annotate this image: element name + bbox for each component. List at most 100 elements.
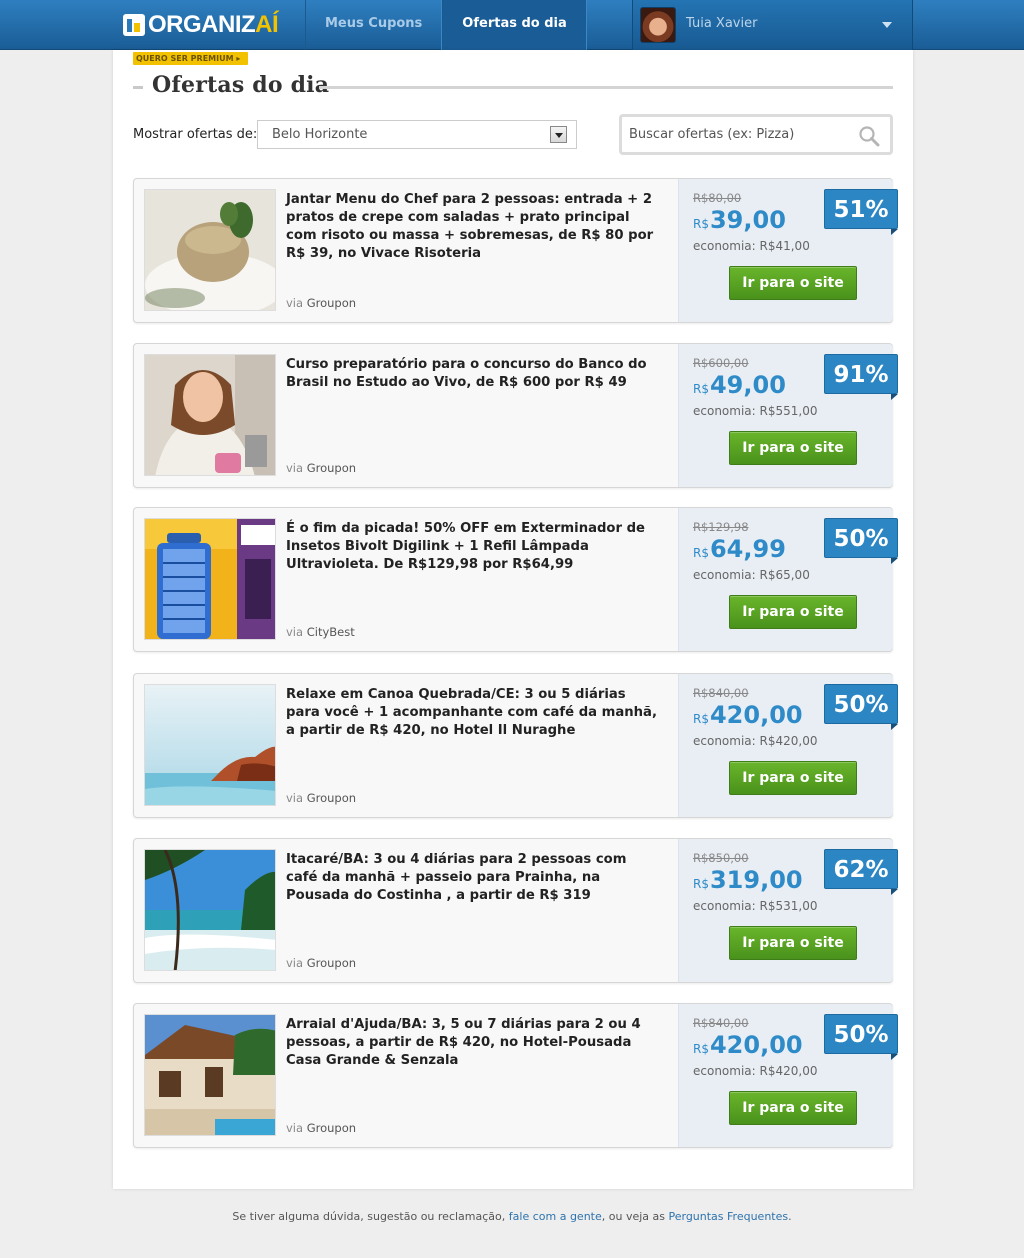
discount-badge: 50% bbox=[824, 518, 898, 564]
new-price: R$49,00 bbox=[693, 370, 786, 404]
offer-image[interactable] bbox=[144, 684, 276, 806]
currency: R$ bbox=[693, 217, 709, 231]
offer-title[interactable]: Arraial d'Ajuda/BA: 3, 5 ou 7 diárias pa… bbox=[286, 1016, 658, 1070]
go-to-site-button[interactable]: Ir para o site bbox=[729, 595, 857, 629]
go-to-site-button[interactable]: Ir para o site bbox=[729, 1091, 857, 1125]
economy: economia: R$420,00 bbox=[693, 1064, 818, 1078]
offer-card: Jantar Menu do Chef para 2 pessoas: entr… bbox=[133, 178, 898, 323]
search-icon[interactable] bbox=[858, 125, 880, 147]
go-to-site-button[interactable]: Ir para o site bbox=[729, 266, 857, 300]
logo-text: ORGANIZAÍ bbox=[148, 11, 279, 39]
search-box bbox=[619, 114, 893, 155]
new-price: R$420,00 bbox=[693, 700, 803, 734]
offer-source: Groupon bbox=[306, 956, 357, 970]
search-input[interactable] bbox=[629, 124, 849, 144]
offer-title[interactable]: É o fim da picada! 50% OFF em Exterminad… bbox=[286, 520, 658, 574]
price-value: 39,00 bbox=[709, 206, 786, 234]
filter-label: Mostrar ofertas de: bbox=[133, 127, 258, 142]
price-value: 420,00 bbox=[709, 701, 803, 729]
currency: R$ bbox=[693, 712, 709, 726]
premium-button[interactable]: QUERO SER PREMIUM ▸ bbox=[133, 52, 249, 65]
logo[interactable]: ORGANIZAÍ bbox=[123, 11, 279, 39]
contact-link[interactable]: fale com a gente bbox=[509, 1210, 602, 1223]
page-title: Ofertas do dia bbox=[152, 72, 330, 98]
chevron-down-icon[interactable] bbox=[882, 22, 892, 28]
economy: economia: R$531,00 bbox=[693, 899, 818, 913]
offer-via-label: via bbox=[286, 791, 304, 805]
discount-badge: 62% bbox=[824, 849, 898, 895]
offer-source: Groupon bbox=[306, 1121, 357, 1135]
title-dash bbox=[133, 86, 143, 89]
city-select[interactable]: Belo Horizonte bbox=[257, 120, 577, 149]
old-price: R$600,00 bbox=[693, 356, 749, 370]
old-price: R$80,00 bbox=[693, 191, 742, 205]
offer-via: via Groupon bbox=[286, 1121, 356, 1135]
economy: economia: R$65,00 bbox=[693, 568, 810, 582]
discount-badge: 91% bbox=[824, 354, 898, 400]
old-price: R$840,00 bbox=[693, 1016, 749, 1030]
faq-link[interactable]: Perguntas Frequentes bbox=[668, 1210, 788, 1223]
currency: R$ bbox=[693, 877, 709, 891]
offer-via-label: via bbox=[286, 296, 304, 310]
nav-ofertas-do-dia[interactable]: Ofertas do dia bbox=[442, 0, 587, 50]
go-to-site-button[interactable]: Ir para o site bbox=[729, 926, 857, 960]
offer-source: Groupon bbox=[306, 296, 357, 310]
offer-image[interactable] bbox=[144, 1014, 276, 1136]
discount-badge: 51% bbox=[824, 189, 898, 235]
user-name: Tuia Xavier bbox=[686, 16, 758, 31]
offer-image[interactable] bbox=[144, 354, 276, 476]
content-panel: QUERO SER PREMIUM ▸ Ofertas do dia Mostr… bbox=[113, 50, 913, 1189]
avatar bbox=[640, 7, 676, 43]
old-price: R$850,00 bbox=[693, 851, 749, 865]
offer-card: É o fim da picada! 50% OFF em Exterminad… bbox=[133, 507, 898, 652]
offer-via-label: via bbox=[286, 1121, 304, 1135]
economy: economia: R$420,00 bbox=[693, 734, 818, 748]
footer-text: , ou veja as bbox=[601, 1210, 665, 1223]
old-price: R$840,00 bbox=[693, 686, 749, 700]
currency: R$ bbox=[693, 1042, 709, 1056]
discount-badge: 50% bbox=[824, 684, 898, 730]
offer-via: via Groupon bbox=[286, 791, 356, 805]
offer-title[interactable]: Jantar Menu do Chef para 2 pessoas: entr… bbox=[286, 191, 658, 263]
logo-icon bbox=[123, 14, 145, 36]
offer-card: Relaxe em Canoa Quebrada/CE: 3 ou 5 diár… bbox=[133, 673, 898, 818]
price-value: 319,00 bbox=[709, 866, 803, 894]
offer-via: via CityBest bbox=[286, 625, 355, 639]
offer-via-label: via bbox=[286, 461, 304, 475]
nav-meus-cupons[interactable]: Meus Cupons bbox=[305, 0, 443, 50]
discount-badge: 50% bbox=[824, 1014, 898, 1060]
footer-text: Se tiver alguma dúvida, sugestão ou recl… bbox=[232, 1210, 506, 1223]
offer-title[interactable]: Itacaré/BA: 3 ou 4 diárias para 2 pessoa… bbox=[286, 851, 658, 905]
go-to-site-button[interactable]: Ir para o site bbox=[729, 431, 857, 465]
offer-source: Groupon bbox=[306, 791, 357, 805]
economy: economia: R$551,00 bbox=[693, 404, 818, 418]
page-title-bar: Ofertas do dia bbox=[133, 72, 893, 102]
offer-via-label: via bbox=[286, 956, 304, 970]
top-bar: ORGANIZAÍ Meus Cupons Ofertas do dia Tui… bbox=[0, 0, 1024, 50]
price-value: 64,99 bbox=[709, 535, 786, 563]
footer: Se tiver alguma dúvida, sugestão ou recl… bbox=[0, 1210, 1024, 1223]
offer-via: via Groupon bbox=[286, 956, 356, 970]
go-to-site-button[interactable]: Ir para o site bbox=[729, 761, 857, 795]
logo-text-accent: AÍ bbox=[255, 11, 279, 38]
title-rule bbox=[319, 86, 893, 89]
currency: R$ bbox=[693, 546, 709, 560]
offer-image[interactable] bbox=[144, 518, 276, 640]
offer-card: Arraial d'Ajuda/BA: 3, 5 ou 7 diárias pa… bbox=[133, 1003, 898, 1148]
city-select-value: Belo Horizonte bbox=[272, 127, 368, 142]
offer-title[interactable]: Relaxe em Canoa Quebrada/CE: 3 ou 5 diár… bbox=[286, 686, 658, 740]
offer-title[interactable]: Curso preparatório para o concurso do Ba… bbox=[286, 356, 658, 392]
new-price: R$39,00 bbox=[693, 205, 786, 239]
offer-card: Curso preparatório para o concurso do Ba… bbox=[133, 343, 898, 488]
offer-source: CityBest bbox=[306, 625, 355, 639]
new-price: R$420,00 bbox=[693, 1030, 803, 1064]
user-menu[interactable]: Tuia Xavier bbox=[632, 0, 913, 50]
chevron-down-icon[interactable] bbox=[550, 126, 567, 143]
offer-image[interactable] bbox=[144, 849, 276, 971]
currency: R$ bbox=[693, 382, 709, 396]
offer-image[interactable] bbox=[144, 189, 276, 311]
footer-text: . bbox=[788, 1210, 792, 1223]
old-price: R$129,98 bbox=[693, 520, 749, 534]
logo-text-main: ORGANIZ bbox=[148, 11, 256, 38]
price-value: 420,00 bbox=[709, 1031, 803, 1059]
